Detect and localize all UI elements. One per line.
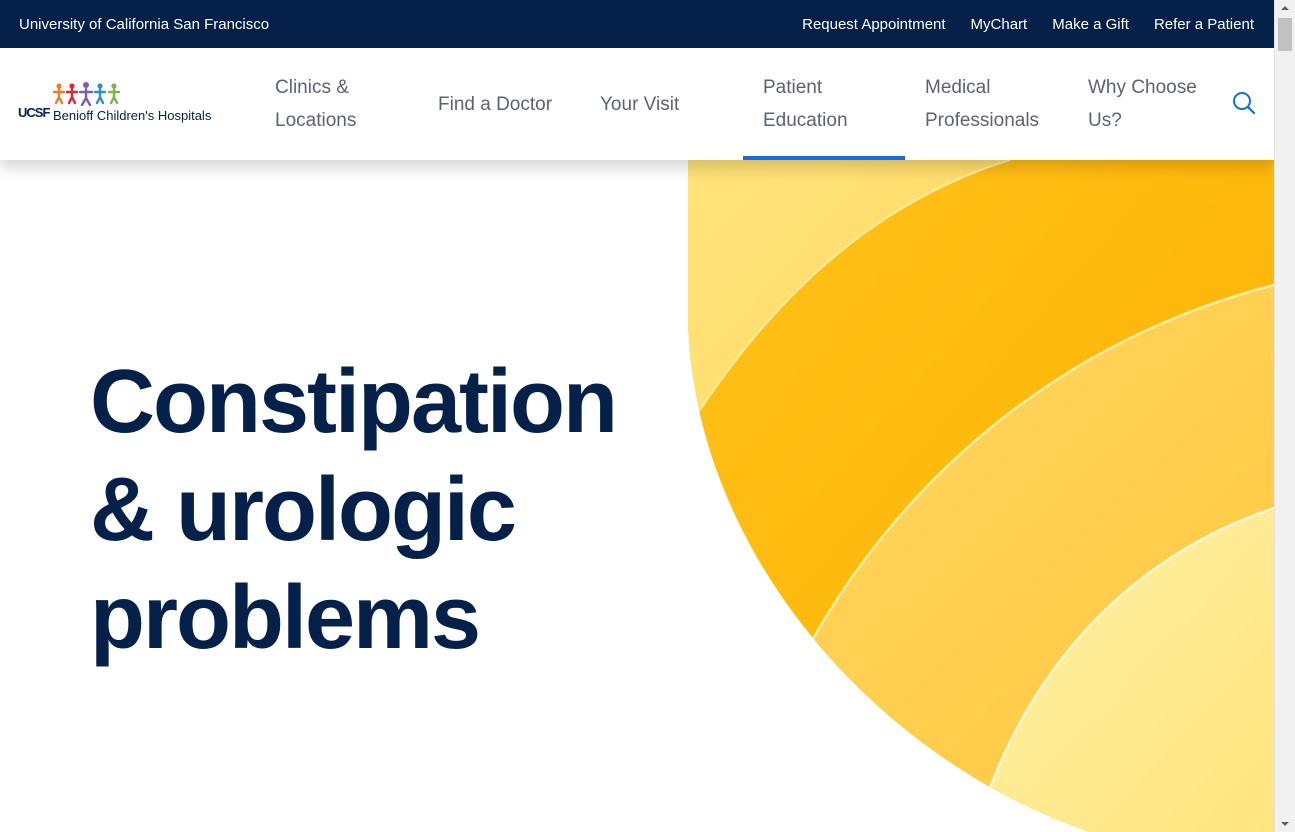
scrollbar-thumb[interactable] bbox=[1278, 18, 1292, 51]
scroll-down-arrow-icon[interactable] bbox=[1275, 816, 1295, 832]
page-title: Constipation & urologic problems bbox=[90, 352, 618, 668]
nav-why-choose-us[interactable]: Why Choose Us? bbox=[1088, 48, 1218, 160]
utility-bar: University of California San Francisco R… bbox=[0, 0, 1274, 48]
site-logo[interactable]: UCSF Benioff Children's Hospitals bbox=[18, 82, 218, 126]
ucsf-home-link[interactable]: University of California San Francisco bbox=[19, 16, 269, 33]
nav-medical-professionals[interactable]: Medical Professionals bbox=[925, 48, 1060, 160]
make-a-gift-link[interactable]: Make a Gift bbox=[1052, 16, 1129, 33]
nav-patient-education[interactable]: Patient Education bbox=[743, 48, 905, 160]
page-scrollbar[interactable] bbox=[1274, 0, 1295, 832]
nav-your-visit[interactable]: Your Visit bbox=[600, 48, 710, 160]
request-appointment-link[interactable]: Request Appointment bbox=[802, 16, 945, 33]
page: University of California San Francisco R… bbox=[0, 0, 1295, 832]
refer-a-patient-link[interactable]: Refer a Patient bbox=[1154, 16, 1254, 33]
scroll-up-arrow-icon[interactable] bbox=[1275, 0, 1295, 16]
utility-links: Request Appointment MyChart Make a Gift … bbox=[802, 16, 1254, 33]
hero-sunburst-graphic bbox=[688, 160, 1274, 832]
ucsf-wordmark: UCSF bbox=[18, 105, 50, 120]
nav-clinics-locations[interactable]: Clinics & Locations bbox=[275, 48, 385, 160]
search-icon bbox=[1233, 92, 1256, 115]
nav-find-a-doctor[interactable]: Find a Doctor bbox=[438, 48, 578, 160]
mychart-link[interactable]: MyChart bbox=[971, 16, 1028, 33]
search-button[interactable] bbox=[1230, 89, 1258, 117]
children-figures-icon bbox=[53, 82, 121, 106]
main-header: UCSF Benioff Children's Hospitals Clinic… bbox=[0, 48, 1274, 160]
hospital-name: Benioff Children's Hospitals bbox=[53, 108, 212, 123]
